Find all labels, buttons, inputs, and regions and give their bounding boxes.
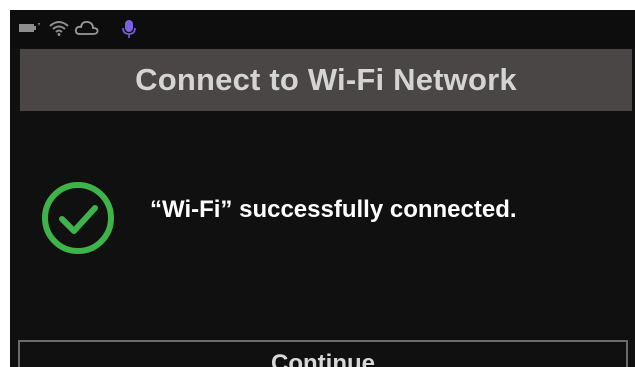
cloud-icon [74, 19, 100, 37]
title-bar: Connect to Wi-Fi Network [20, 49, 632, 111]
success-message: “Wi-Fi” successfully connected. [150, 196, 517, 223]
status-bar [10, 10, 635, 48]
battery-icon [18, 19, 42, 37]
check-circle-icon [40, 180, 116, 256]
continue-button[interactable]: Continue [18, 340, 628, 367]
wifi-icon [48, 19, 70, 37]
page-title: Connect to Wi-Fi Network [135, 62, 517, 97]
continue-button-label: Continue [271, 350, 375, 367]
wifi-connection-screen: Connect to Wi-Fi Network “Wi-Fi” success… [10, 10, 635, 367]
microphone-icon [121, 19, 137, 38]
